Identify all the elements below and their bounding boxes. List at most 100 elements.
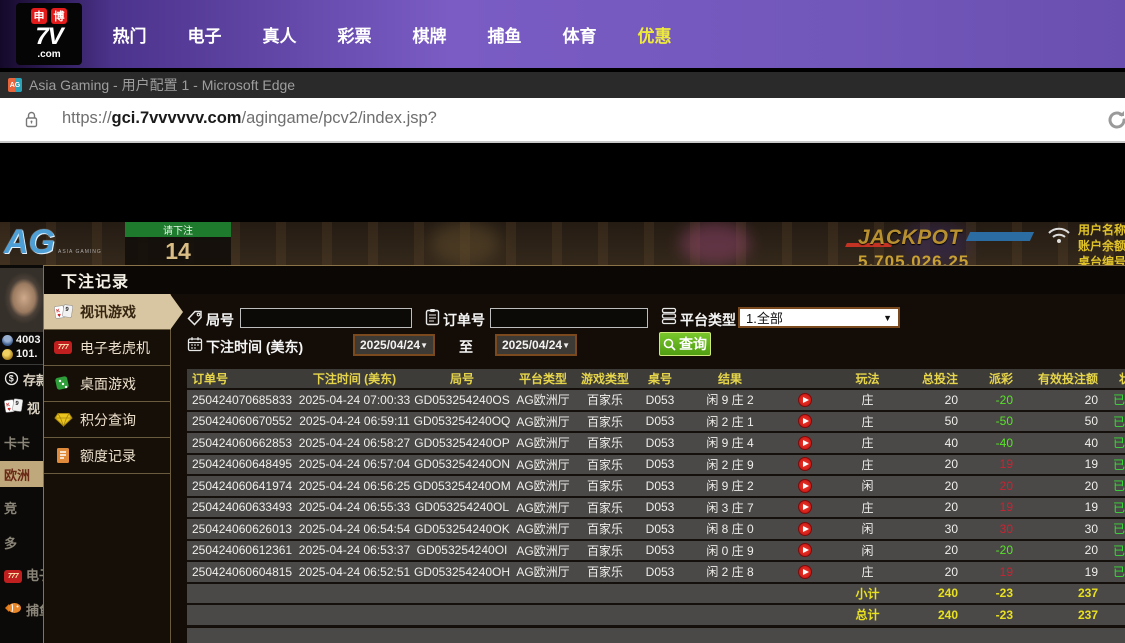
page-menu-item-3[interactable]: 卡卡 (0, 433, 30, 452)
cell-order: 250424060626013 (192, 521, 293, 536)
cell-valid: 19 (1084, 564, 1098, 579)
cell-side: 庄 (861, 393, 874, 408)
nav-item-8[interactable]: 优惠 (617, 22, 692, 47)
cell-order: 250424060662853 (192, 435, 293, 450)
col-header-table: 桌号 (647, 372, 672, 386)
play-button[interactable] (798, 478, 812, 493)
col-header-result: 结果 (717, 372, 742, 386)
modal-menu-item-5[interactable]: 额度记录 (44, 438, 170, 474)
modal-menu-item-2[interactable]: 777 电子老虎机 (44, 330, 170, 366)
cell-side: 闲 (861, 522, 874, 537)
nav-item-4[interactable]: 彩票 (317, 22, 392, 47)
nav-item-5[interactable]: 棋牌 (392, 22, 467, 47)
cell-order: 250424070685833 (192, 392, 293, 407)
modal-menu-item-1[interactable]: K ♥ 9 视讯游戏 (44, 294, 183, 330)
url-text[interactable]: https://gci.7vvvvvv.com/agingame/pcv2/in… (62, 109, 437, 128)
cell-result: 闲 9 庄 4 (706, 436, 754, 451)
grand-total-result (685, 605, 775, 625)
user-info-line-1: 用户名称 (1078, 223, 1125, 237)
play-button[interactable] (798, 392, 812, 407)
player-count: 4003 (2, 334, 40, 346)
strip-divider (0, 364, 43, 365)
cell-total: 30 (944, 521, 958, 536)
cell-table: D053 (645, 392, 675, 407)
cell-time: 2025-04-24 06:52:51 (298, 564, 411, 579)
subtotal-platform (511, 584, 575, 604)
cell-round: GD053254240OH (413, 564, 511, 579)
grand-total-valid: 237 (1077, 607, 1098, 622)
nav-item-2[interactable]: 电子 (167, 22, 242, 47)
table-row-3: 250424060662853 2025-04-24 06:58:27 GD0532… (187, 433, 1125, 455)
cell-payout: 19 (999, 564, 1013, 579)
table-bottom-strip (187, 628, 1125, 643)
cell-time: 2025-04-24 06:54:54 (298, 521, 411, 536)
order-input[interactable] (490, 308, 648, 328)
cell-table: D053 (645, 543, 675, 558)
modal-menu-item-4[interactable]: 积分查询 (44, 402, 170, 438)
cell-payout: -20 (995, 543, 1013, 558)
col-header-valid: 有效投注额 (1037, 372, 1098, 386)
cell-game: 百家乐 (586, 500, 623, 515)
refresh-icon[interactable] (1106, 109, 1125, 136)
table-row-7: 250424060626013 2025-04-24 06:54:54 GD0532… (187, 519, 1125, 541)
cell-result: 闲 2 庄 9 (706, 457, 754, 472)
casino-banner: AG ASIA GAMING 请下注 14 JACKPOT 5,705,026.… (0, 222, 1125, 265)
cell-status: 已派彩 (1112, 436, 1125, 451)
cell-result: 闲 9 庄 2 (706, 393, 754, 408)
page-menu-item-2[interactable]: K ♥ 9 视 (0, 398, 40, 417)
grand-total-payout: -23 (995, 607, 1013, 622)
play-button[interactable] (798, 521, 812, 536)
page-menu-item-5[interactable]: 竞 (0, 498, 17, 517)
round-input[interactable] (240, 308, 412, 328)
date-to-select[interactable]: 2025/04/24 ▼ (495, 334, 577, 356)
cell-result: 闲 9 庄 2 (706, 479, 754, 494)
modal-menu-item-3[interactable]: 桌面游戏 (44, 366, 170, 402)
jackpot-display: JACKPOT 5,705,026.25 (845, 226, 1035, 265)
cell-platform: AG欧洲厅 (516, 565, 570, 580)
cell-play (775, 498, 835, 518)
cell-valid: 30 (1084, 521, 1098, 536)
play-button[interactable] (798, 564, 812, 579)
document-icon (53, 447, 73, 464)
col-header-order: 订单号 (192, 372, 229, 386)
platform-label: 平台类型 (680, 312, 736, 328)
subtotal-order (187, 584, 296, 604)
play-button[interactable] (798, 435, 812, 450)
date-from-select[interactable]: 2025/04/24 ▼ (353, 334, 435, 356)
bet-records-modal: 下注记录 K ♥ 9 视讯游戏 777 电子老虎机 桌面游戏 积分查询 额度记录 局号 订单号 … (43, 265, 1125, 643)
cell-time: 2025-04-24 06:56:25 (298, 478, 411, 493)
avatar[interactable] (0, 268, 43, 332)
nav-item-1[interactable]: 热门 (92, 22, 167, 47)
site-logo[interactable]: 申 博 7V .com (16, 3, 82, 65)
nav-item-3[interactable]: 真人 (242, 22, 317, 47)
col-header-status: 状态 (1118, 372, 1125, 386)
nav-item-6[interactable]: 捕鱼 (467, 22, 542, 47)
play-button[interactable] (798, 457, 812, 472)
page-menu-item-6[interactable]: 多 (0, 533, 17, 552)
cell-table: D053 (645, 500, 675, 515)
banner-pink-blob (680, 222, 750, 265)
date-to-value: 2025/04/24 (502, 338, 563, 352)
cell-play (775, 519, 835, 539)
jackpot-value: 5,705,026.25 (858, 252, 970, 265)
slots-icon: 777 (53, 341, 73, 354)
cell-play (775, 562, 835, 582)
grand-total-time (296, 605, 413, 625)
page-menu-item-1[interactable]: $ 存款 (0, 370, 49, 389)
play-button[interactable] (798, 414, 812, 429)
platform-select[interactable]: 1.全部 ▼ (738, 307, 900, 328)
url-bar[interactable]: https://gci.7vvvvvv.com/agingame/pcv2/in… (0, 98, 1125, 143)
grand-total-platform (511, 605, 575, 625)
cell-total: 20 (944, 457, 958, 472)
window-titlebar: AG Asia Gaming - 用户配置 1 - Microsoft Edge (0, 72, 1125, 98)
nav-item-7[interactable]: 体育 (542, 22, 617, 47)
play-button[interactable] (798, 543, 812, 558)
cell-side: 庄 (861, 565, 874, 580)
page-menu-item-4[interactable]: 欧洲 (0, 461, 43, 487)
query-button[interactable]: 查询 (659, 332, 711, 356)
cell-game: 百家乐 (586, 479, 623, 494)
cell-play (775, 455, 835, 475)
play-button[interactable] (798, 500, 812, 515)
subtotal-table (635, 584, 685, 604)
cell-round: GD053254240OM (413, 478, 511, 493)
